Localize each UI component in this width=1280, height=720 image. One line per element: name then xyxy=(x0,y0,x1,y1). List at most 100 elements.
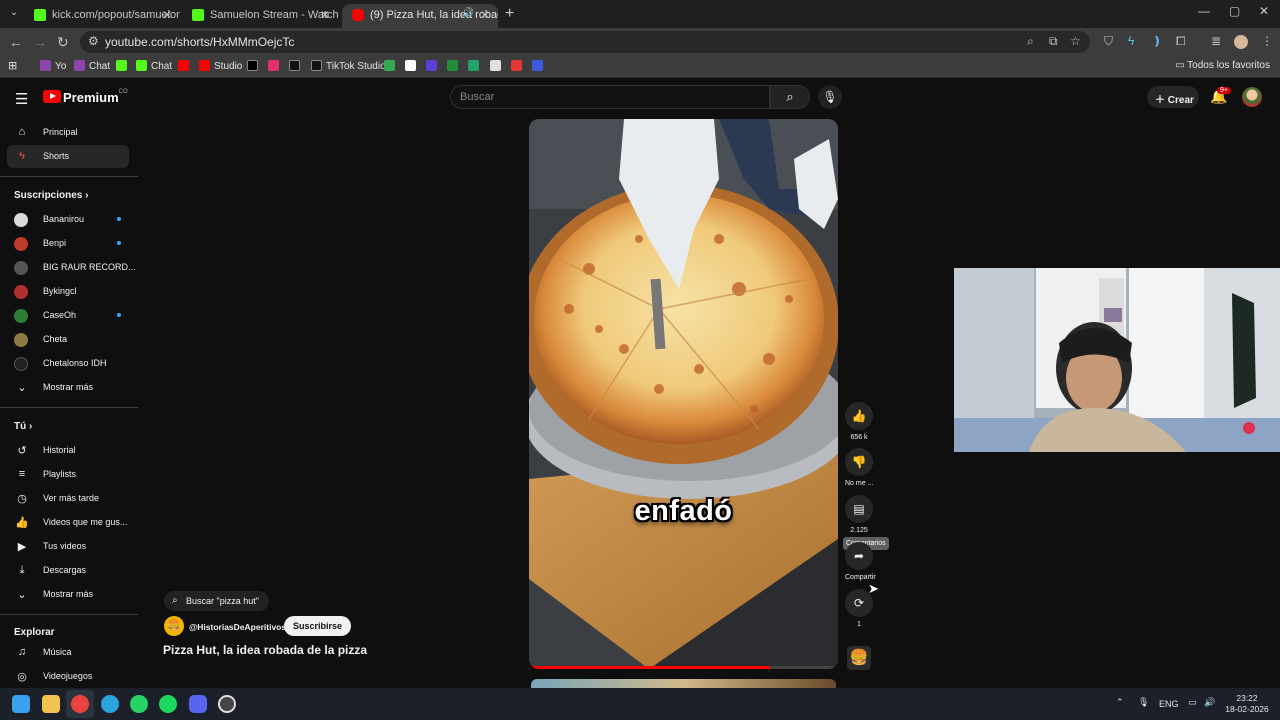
sidebar-sub-bykingcl[interactable]: Bykingcl xyxy=(7,280,129,303)
bookmark-tiktok[interactable] xyxy=(289,60,304,72)
sidebar-item-gaming[interactable]: ◎ Videojuegos xyxy=(7,665,129,688)
obs-icon[interactable] xyxy=(218,695,236,713)
search-input[interactable]: Buscar xyxy=(450,85,770,109)
sound-channel-thumbnail[interactable]: 🍔 xyxy=(847,646,871,670)
system-clock[interactable]: 23:22 18-02-2026 xyxy=(1224,693,1270,715)
video-title[interactable]: Pizza Hut, la idea robada de la pizza xyxy=(163,643,367,657)
channel-avatar[interactable]: 🍔 xyxy=(164,616,184,636)
thumbs-down-icon[interactable]: 👎 xyxy=(845,448,873,476)
extension-icon[interactable]: ❫ xyxy=(1152,34,1162,48)
language-indicator[interactable]: ENG xyxy=(1159,699,1179,709)
maximize-button[interactable]: ▢ xyxy=(1229,4,1240,18)
bookmark-drive[interactable] xyxy=(384,60,399,72)
minimize-button[interactable]: — xyxy=(1198,4,1210,18)
voice-search-button[interactable]: 🎙 xyxy=(818,85,842,109)
sidebar-show-more-you[interactable]: ⌄ Mostrar más xyxy=(7,583,129,606)
sidebar-sub-cheta[interactable]: Cheta xyxy=(7,328,129,351)
extensions-puzzle-icon[interactable]: ⧠ xyxy=(1176,34,1186,49)
related-search-chip[interactable]: ⌕ Buscar "pizza hut" xyxy=(164,591,269,611)
bookmark-studio[interactable]: Studio xyxy=(199,60,242,72)
video-progress-bar[interactable] xyxy=(529,666,838,669)
like-action[interactable]: 👍 656 k xyxy=(845,402,873,441)
bookmark-app[interactable] xyxy=(490,60,505,72)
zoom-icon[interactable]: ⌕ xyxy=(1027,34,1034,49)
menu-hamburger-icon[interactable]: ☰ xyxy=(15,90,28,108)
sidebar-item-historial[interactable]: ↺ Historial xyxy=(7,439,129,462)
microphone-icon[interactable]: 🎙 xyxy=(1138,697,1149,708)
speaker-icon[interactable]: 🔊 xyxy=(462,8,474,19)
url-field[interactable]: ⚙ youtube.com/shorts/HxMMmOejcTc ⌕ ⧉ ☆ xyxy=(80,31,1090,53)
bookmark-sheets[interactable] xyxy=(468,60,483,72)
file-explorer-icon[interactable] xyxy=(42,695,60,713)
whatsapp-icon[interactable] xyxy=(130,695,148,713)
sidebar-sub-big-raur[interactable]: BIG RAUR RECORD... xyxy=(7,256,136,279)
bookmark-tiktok-studio[interactable]: TikTok Studio xyxy=(311,60,386,72)
browser-tab-youtube[interactable]: (9) Pizza Hut, la idea robada 🔊 ✕ xyxy=(342,4,498,28)
youtube-premium-logo[interactable]: PremiumCO xyxy=(43,89,128,107)
bookmark-chat-kick[interactable]: Chat xyxy=(136,60,172,72)
bookmark-app[interactable] xyxy=(447,60,462,72)
sidebar-show-more-subs[interactable]: ⌄ Mostrar más xyxy=(7,376,129,399)
spotify-icon[interactable] xyxy=(159,695,177,713)
sidebar-item-downloads[interactable]: ⤓ Descargas xyxy=(7,559,129,582)
account-avatar[interactable] xyxy=(1242,87,1262,107)
tab-close-icon[interactable]: ✕ xyxy=(320,8,330,22)
forward-icon[interactable]: → xyxy=(33,34,47,50)
dislike-action[interactable]: 👎 No me ... xyxy=(845,448,873,487)
chrome-icon[interactable] xyxy=(71,695,89,713)
network-icon[interactable]: ▭ xyxy=(1188,697,1197,708)
bookmark-youtube[interactable] xyxy=(178,60,193,72)
tab-close-icon[interactable]: ✕ xyxy=(162,8,172,22)
volume-icon[interactable]: 🔊 xyxy=(1204,697,1215,708)
tab-search-chevron-icon[interactable]: ⌄ xyxy=(6,5,22,21)
tab-close-icon[interactable]: ✕ xyxy=(480,8,490,22)
bookmark-sketch[interactable] xyxy=(405,60,420,72)
next-short-preview[interactable] xyxy=(531,679,836,688)
share-action[interactable]: ➦ Compartir xyxy=(845,542,876,581)
all-bookmarks-folder[interactable]: ▭ Todos los favoritos xyxy=(1175,60,1270,71)
site-info-icon[interactable]: ⚙ xyxy=(88,34,99,48)
comment-icon[interactable]: ▤ xyxy=(845,495,873,523)
sidebar-item-music[interactable]: ♫ Música xyxy=(7,641,129,664)
apps-grid-icon[interactable]: ⊞ xyxy=(8,59,17,72)
bookmark-yo[interactable]: Yo xyxy=(40,60,66,72)
profile-avatar[interactable] xyxy=(1234,35,1248,49)
bookmark-app[interactable] xyxy=(511,60,526,72)
telegram-icon[interactable] xyxy=(101,695,119,713)
new-tab-button[interactable]: + xyxy=(505,5,514,23)
sidebar-item-watch-later[interactable]: ◷ Ver más tarde xyxy=(7,487,129,510)
short-video-player[interactable]: enfadó xyxy=(529,119,838,669)
sidebar-item-your-videos[interactable]: ▶ Tus videos xyxy=(7,535,129,558)
sidebar-item-principal[interactable]: ⌂ Principal xyxy=(7,121,129,144)
bookmark-app[interactable] xyxy=(426,60,441,72)
back-icon[interactable]: ← xyxy=(9,34,23,50)
extension-icon[interactable]: ϟ xyxy=(1128,34,1134,48)
discord-icon[interactable] xyxy=(189,695,207,713)
subscribe-button[interactable]: Suscribirse xyxy=(284,616,352,636)
bookmark-app[interactable] xyxy=(532,60,547,72)
bookmark-chat-twitch[interactable]: Chat xyxy=(74,60,110,72)
bookmark-kick[interactable] xyxy=(116,60,131,72)
create-button[interactable]: ＋ Crear xyxy=(1147,86,1199,108)
subscriptions-header[interactable]: Suscripciones › xyxy=(14,190,88,201)
thumbs-up-icon[interactable]: 👍 xyxy=(845,402,873,430)
bookmark-instagram[interactable] xyxy=(268,60,283,72)
tray-overflow-icon[interactable]: ⌃ xyxy=(1116,697,1124,708)
sidebar-sub-benpi[interactable]: Benpi xyxy=(7,232,129,255)
sidebar-item-playlists[interactable]: ≡ Playlists xyxy=(7,463,129,486)
you-header[interactable]: Tú › xyxy=(14,421,32,432)
install-app-icon[interactable]: ⧉ xyxy=(1049,34,1058,49)
media-control-icon[interactable]: ≣ xyxy=(1211,34,1221,48)
channel-name[interactable]: @HistoriasDeAperitivos xyxy=(189,622,286,632)
close-window-button[interactable]: ✕ xyxy=(1259,4,1269,18)
more-menu-icon[interactable]: ⋮ xyxy=(1261,34,1273,48)
sidebar-sub-bananirou[interactable]: Bananirou xyxy=(7,208,129,231)
bookmark-star-icon[interactable]: ☆ xyxy=(1070,34,1081,48)
sidebar-sub-caseoh[interactable]: CaseOh xyxy=(7,304,129,327)
sidebar-sub-chetalonso[interactable]: Chetalonso IDH xyxy=(7,352,129,375)
share-icon[interactable]: ➦ xyxy=(845,542,873,570)
comments-action[interactable]: ▤ 2.125 xyxy=(845,495,873,534)
sidebar-item-shorts[interactable]: ϟ Shorts xyxy=(7,145,129,168)
windows-start-icon[interactable] xyxy=(12,695,30,713)
sidebar-item-liked-videos[interactable]: 👍 Videos que me gus... xyxy=(7,511,129,534)
